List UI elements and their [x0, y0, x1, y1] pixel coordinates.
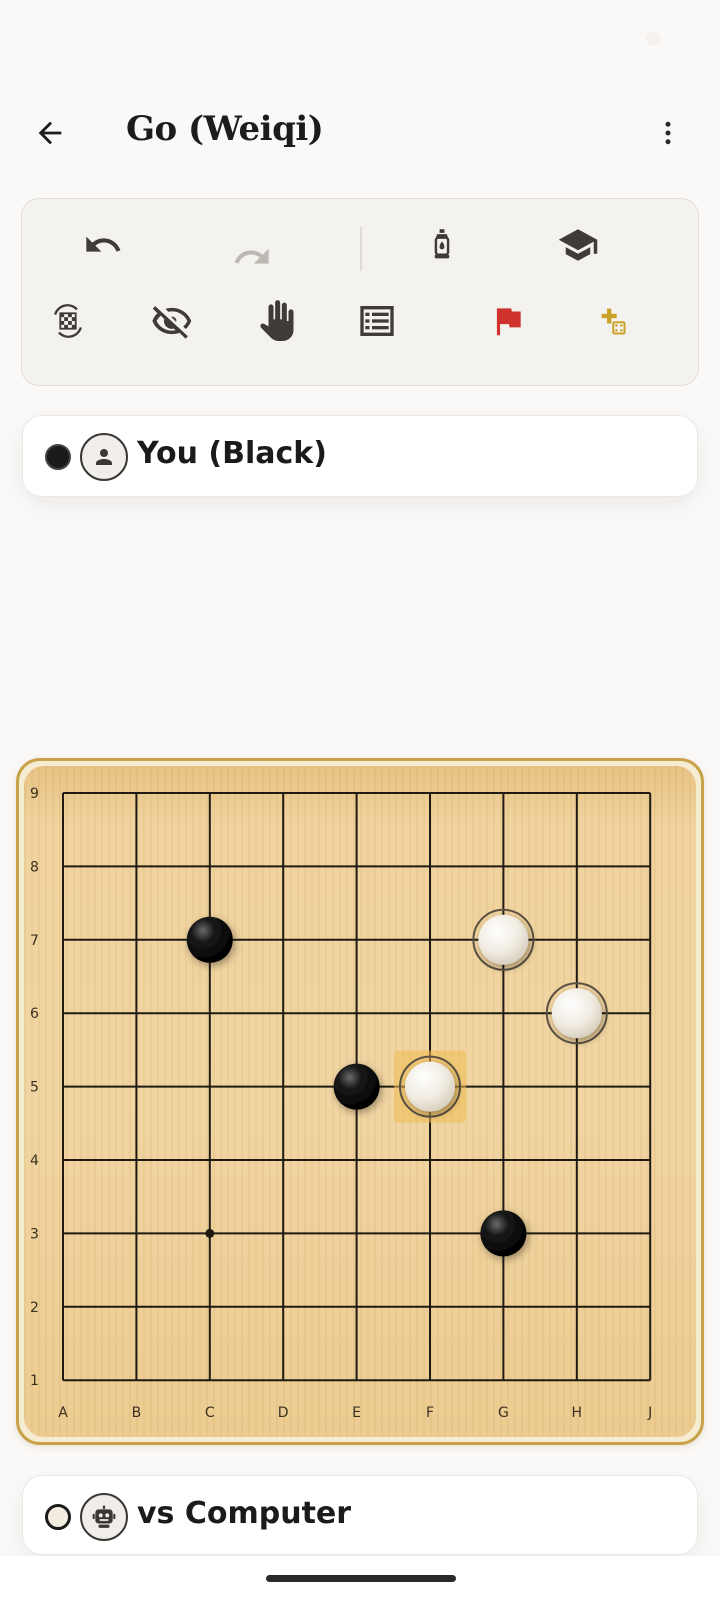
toolbar-divider	[360, 227, 362, 271]
column-label: B	[132, 1405, 142, 1421]
black-stone-indicator	[45, 444, 71, 470]
black-stone	[480, 1210, 527, 1257]
status-indicator	[646, 32, 660, 46]
player-card-black: You (Black)	[22, 415, 698, 497]
column-label: C	[205, 1405, 215, 1421]
swap-board-icon	[54, 304, 82, 338]
white-stone	[472, 908, 535, 971]
black-stone	[186, 916, 233, 963]
new-game-button[interactable]	[582, 291, 642, 351]
lantern-hint-icon	[434, 229, 450, 259]
avatar	[80, 1493, 128, 1541]
column-label: F	[426, 1405, 434, 1421]
tutorial-button[interactable]	[548, 215, 608, 275]
more-options-button[interactable]	[646, 111, 690, 155]
player-card-white: vs Computer	[22, 1475, 698, 1555]
row-label: 3	[30, 1226, 39, 1242]
move-list-icon	[360, 306, 394, 336]
column-label: H	[572, 1405, 583, 1421]
resign-button[interactable]	[478, 291, 538, 351]
undo-button[interactable]	[73, 215, 133, 275]
column-label: G	[498, 1405, 509, 1421]
row-label: 2	[30, 1300, 39, 1316]
row-label: 6	[30, 1006, 39, 1022]
column-label: E	[352, 1405, 361, 1421]
black-stone	[333, 1063, 380, 1110]
new-game-icon	[601, 308, 626, 335]
move-list-button[interactable]	[347, 291, 407, 351]
back-button[interactable]	[28, 111, 72, 155]
resign-flag-icon	[496, 308, 521, 336]
more-vert-icon	[665, 121, 671, 145]
go-board-frame: A B C D E F G H J 1 2 3 4 5 6 7 8 9	[16, 758, 704, 1445]
redo-icon	[234, 248, 269, 264]
column-label: J	[647, 1405, 652, 1421]
redo-button[interactable]	[222, 227, 282, 287]
column-label: A	[58, 1405, 68, 1421]
board-canvas[interactable]: A B C D E F G H J 1 2 3 4 5 6 7 8 9	[24, 766, 696, 1437]
row-label: 5	[30, 1080, 39, 1096]
pass-button[interactable]	[246, 291, 306, 351]
status-bar	[0, 0, 720, 60]
home-indicator[interactable]	[266, 1575, 456, 1582]
hand-pass-icon	[260, 300, 294, 341]
white-stone	[545, 982, 608, 1045]
row-label: 9	[30, 786, 39, 802]
row-label: 7	[30, 933, 39, 949]
person-icon	[96, 449, 112, 465]
hint-button[interactable]	[412, 215, 472, 275]
player-name: vs Computer	[137, 1496, 352, 1531]
column-label: D	[278, 1405, 289, 1421]
hide-button[interactable]	[142, 291, 202, 351]
row-label: 1	[30, 1373, 39, 1389]
row-label: 4	[30, 1153, 39, 1169]
row-label: 8	[30, 859, 39, 875]
go-board[interactable]: A B C D E F G H J 1 2 3 4 5 6 7 8 9	[24, 766, 696, 1437]
avatar	[80, 433, 128, 481]
graduation-cap-icon	[558, 229, 598, 261]
game-toolbar	[21, 198, 699, 386]
eye-off-icon	[152, 306, 192, 339]
undo-icon	[86, 236, 121, 252]
app-bar: Go (Weiqi)	[0, 95, 720, 175]
rotate-board-button[interactable]	[38, 291, 98, 351]
white-stone-indicator	[45, 1504, 71, 1530]
star-point	[205, 1228, 215, 1238]
player-name: You (Black)	[137, 436, 327, 471]
page-title: Go (Weiqi)	[126, 109, 324, 149]
white-stone	[399, 1055, 461, 1118]
arrow-back-icon	[38, 121, 62, 145]
robot-icon	[92, 1505, 116, 1528]
